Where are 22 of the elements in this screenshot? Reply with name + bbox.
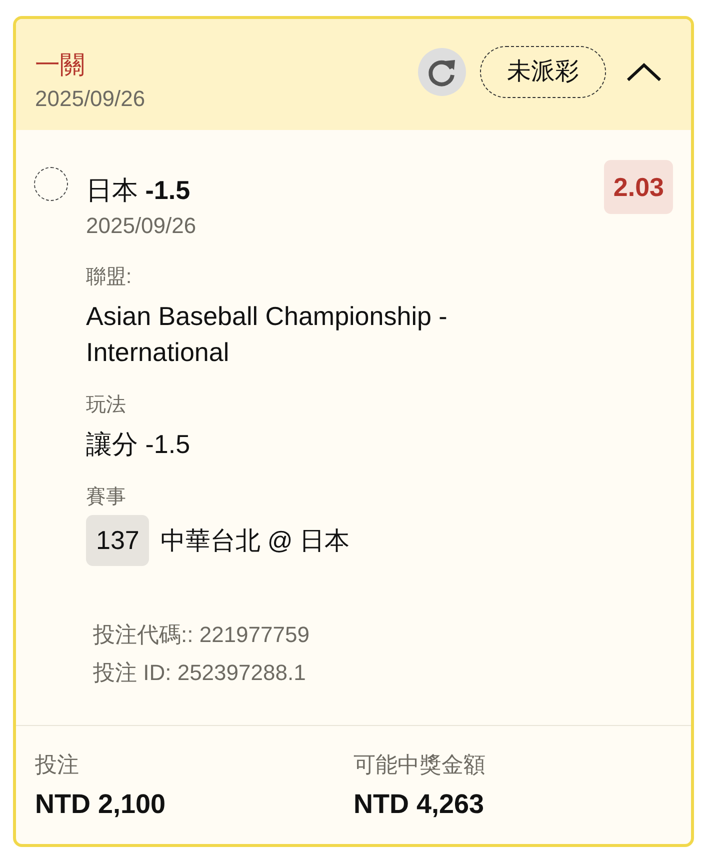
footer-label: 可能中獎金額: [354, 751, 486, 779]
selection-radio[interactable]: [34, 167, 68, 201]
bet-reference: 投注 ID: 252397288.1: [93, 659, 307, 687]
bet-date: 2025/09/26: [35, 85, 146, 113]
status-badge: 未派彩: [480, 46, 606, 98]
refresh-icon[interactable]: [418, 48, 466, 96]
bet-type-title: 一關: [35, 50, 86, 81]
chevron-up-icon[interactable]: [626, 62, 662, 82]
field-value: 讓分 -1.5: [86, 428, 192, 461]
footer-amount: NTD 4,263: [354, 788, 486, 821]
selection-title: 日本 -1.5: [86, 174, 192, 207]
field-label: 賽事: [86, 485, 127, 510]
selection-date: 2025/09/26: [86, 212, 198, 240]
match-name: 中華台北 @ 日本: [160, 526, 350, 556]
footer-amount: NTD 2,100: [35, 788, 167, 821]
field-label: 聯盟:: [86, 265, 133, 290]
footer-label: 投注: [35, 751, 80, 779]
field-label: 玩法: [86, 393, 127, 418]
odds-badge: 2.03: [604, 160, 673, 214]
match-number-badge: 137: [86, 515, 150, 566]
bet-reference: 投注代碼:: 221977759: [93, 621, 310, 649]
field-value: Asian Baseball Championship - International: [86, 300, 448, 369]
